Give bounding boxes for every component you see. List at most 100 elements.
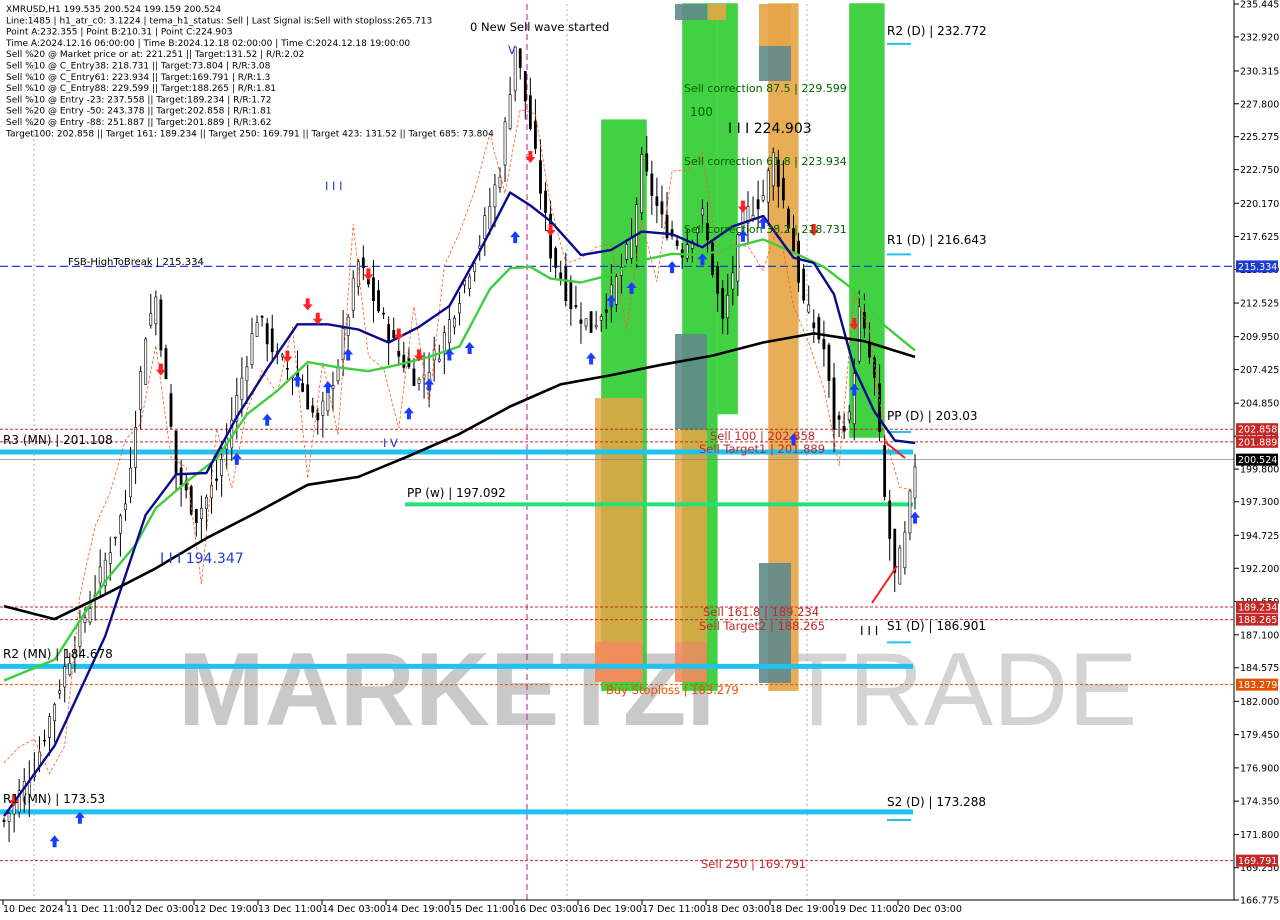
- watermark-suffix: TRADE: [785, 632, 1137, 748]
- zone-band: [759, 46, 791, 81]
- sell-250-label: Sell 250 | 169.791: [701, 857, 806, 871]
- zone-band: [595, 398, 643, 682]
- candle-body: [205, 496, 208, 509]
- candle-body: [893, 528, 897, 573]
- candle-body: [675, 240, 679, 246]
- candle-body: [139, 371, 143, 411]
- sell-target2-label: Sell Target2 | 188.265: [699, 619, 825, 633]
- info-line: Sell %20 @ Market price or at: 221.251 |…: [6, 50, 304, 60]
- zone-band: [708, 4, 726, 20]
- new-wave-label: 0 New Sell wave started: [470, 20, 609, 34]
- time-tick-label: 14 Dec 03:00: [322, 904, 386, 915]
- candle-body: [336, 366, 340, 382]
- candle-body: [377, 290, 380, 312]
- candle-body: [2, 819, 6, 822]
- candle-body: [579, 319, 583, 324]
- candle-body: [574, 305, 578, 308]
- info-line: Target100: 202.858 || Target 161: 189.23…: [5, 129, 494, 139]
- candle-body: [599, 316, 603, 321]
- candle-body: [174, 430, 178, 474]
- candle-body: [736, 234, 740, 282]
- candle-body: [361, 257, 365, 269]
- candle-body: [625, 244, 628, 260]
- s2-daily-label: S2 (D) | 173.288: [887, 795, 986, 809]
- candle-body: [569, 280, 573, 310]
- candle-body: [351, 277, 355, 311]
- candle-body: [306, 384, 310, 410]
- price-tick-label: 209.950: [1240, 332, 1279, 343]
- candle-body: [189, 486, 193, 515]
- candle-body: [250, 333, 254, 366]
- candle-body: [108, 552, 112, 564]
- candle-body: [534, 120, 537, 149]
- candle-body: [149, 313, 153, 326]
- candle-body: [382, 312, 385, 315]
- candle-body: [731, 272, 735, 290]
- candle-body: [503, 121, 507, 166]
- candle-body: [397, 351, 401, 357]
- candle-body: [908, 490, 912, 534]
- candle-body: [883, 445, 887, 497]
- candle-body: [594, 325, 598, 328]
- candle-body: [124, 503, 127, 511]
- price-tick-label: 187.100: [1240, 630, 1279, 641]
- candle-body: [7, 813, 11, 822]
- zone-band: [675, 4, 707, 20]
- candle-body: [447, 319, 451, 344]
- time-tick-label: 12 Dec 19:00: [194, 904, 258, 915]
- price-chart[interactable]: MARKETZI TRADE 0 New Sell wave started V…: [0, 0, 1280, 920]
- candle-body: [518, 48, 522, 69]
- pp-weekly-label: PP (w) | 197.092: [407, 486, 506, 500]
- price-tick-label: 222.750: [1240, 165, 1279, 176]
- candle-body: [640, 154, 644, 213]
- candle-body: [473, 262, 477, 273]
- price-tick-label: 232.920: [1240, 32, 1279, 43]
- candle-body: [134, 427, 137, 468]
- candle-body: [903, 531, 907, 569]
- price-tick-label: 171.800: [1240, 830, 1279, 841]
- candle-body: [453, 317, 456, 328]
- price-tick-label: 204.850: [1240, 399, 1279, 410]
- r2-monthly-label: R2 (MN) | 184.678: [3, 647, 113, 661]
- candle-body: [144, 338, 148, 385]
- price-tick-label: 199.800: [1240, 465, 1279, 476]
- price-tick-label: 166.775: [1240, 896, 1279, 907]
- candle-body: [868, 341, 871, 358]
- candle-body: [721, 288, 725, 319]
- price-tick-label: 230.315: [1240, 66, 1279, 77]
- candle-body: [280, 354, 284, 358]
- time-tick-label: 20 Dec 03:00: [898, 904, 962, 915]
- pp-daily-label: PP (D) | 203.03: [887, 409, 978, 423]
- candle-body: [199, 507, 203, 519]
- candle-body: [68, 662, 72, 675]
- time-tick-label: 12 Dec 03:00: [130, 904, 194, 915]
- candle-body: [655, 196, 659, 206]
- candle-body: [53, 704, 57, 722]
- r1-monthly-label: R1 (MN) | 173.53: [3, 792, 105, 806]
- price-tag-label: 189.234: [1238, 602, 1277, 613]
- candle-body: [468, 276, 472, 289]
- candle-body: [43, 739, 46, 742]
- candle-body: [782, 177, 785, 201]
- time-tick-label: 14 Dec 19:00: [386, 904, 450, 915]
- candle-body: [645, 153, 649, 172]
- s1-daily-label: S1 (D) | 186.901: [887, 619, 986, 633]
- candle-body: [159, 299, 163, 351]
- price-tick-label: 182.000: [1240, 697, 1279, 708]
- sell-1618-label: Sell 161.8 | 189.234: [703, 605, 819, 619]
- wave-iv-label: I V: [383, 436, 398, 450]
- candle-body: [797, 240, 800, 283]
- candle-body: [584, 318, 588, 327]
- candle-body: [98, 566, 102, 584]
- candle-body: [255, 322, 259, 337]
- candle-body: [164, 348, 168, 380]
- time-tick-label: 11 Dec 11:00: [66, 904, 130, 915]
- candle-body: [488, 205, 492, 230]
- candle-body: [169, 393, 173, 427]
- candle-body: [812, 322, 816, 329]
- candle-body: [913, 466, 917, 499]
- candle-body: [842, 425, 846, 432]
- candle-body: [604, 309, 608, 313]
- price-tick-label: 220.170: [1240, 199, 1279, 210]
- candle-body: [660, 201, 664, 215]
